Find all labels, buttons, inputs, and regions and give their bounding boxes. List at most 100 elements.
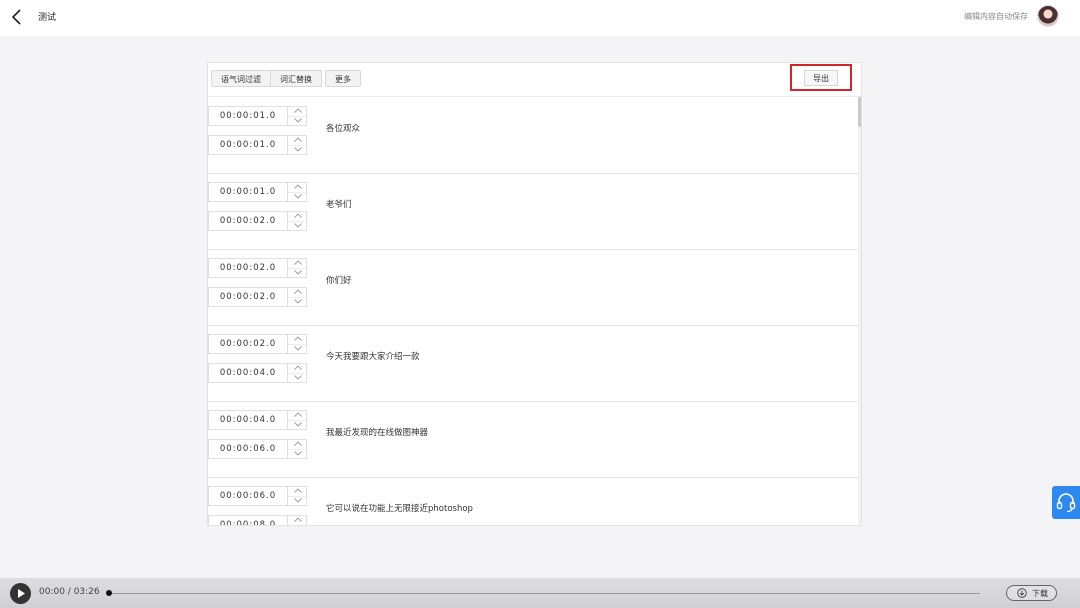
time-stepper <box>287 334 308 354</box>
chevron-down-icon <box>294 451 302 456</box>
top-bar: 测试 编辑内容自动保存 <box>0 0 1080 36</box>
end-time-field[interactable]: 00:00:01.0 <box>208 135 308 155</box>
chevron-up-icon <box>294 488 302 493</box>
filter-filler-words-button[interactable]: 语气词过滤 <box>211 70 271 87</box>
chevron-up-icon <box>294 517 302 522</box>
decrement-button[interactable] <box>288 496 308 506</box>
subtitle-text[interactable]: 各位观众 <box>326 122 360 134</box>
chevron-down-icon <box>294 422 302 427</box>
chevron-down-icon <box>294 346 302 351</box>
scroll-thumb[interactable] <box>858 97 861 127</box>
decrement-button[interactable] <box>288 145 308 155</box>
start-time-field[interactable]: 00:00:04.0 <box>208 410 308 430</box>
decrement-button[interactable] <box>288 192 308 202</box>
chevron-up-icon <box>294 184 302 189</box>
time-stepper <box>287 106 308 126</box>
replace-words-button[interactable]: 词汇替换 <box>270 70 322 87</box>
time-stepper <box>287 287 308 307</box>
editor-toolbar: 语气词过滤 词汇替换 更多 导出 <box>208 63 861 97</box>
decrement-button[interactable] <box>288 268 308 278</box>
decrement-button[interactable] <box>288 449 308 459</box>
scrollbar[interactable] <box>858 97 861 525</box>
end-time-field[interactable]: 00:00:06.0 <box>208 439 308 459</box>
subtitle-row: 00:00:01.0 00:00:02.0 老爷们 <box>208 173 858 250</box>
end-time-value: 00:00:02.0 <box>219 216 277 226</box>
end-time-field[interactable]: 00:00:02.0 <box>208 287 308 307</box>
end-time-field[interactable]: 00:00:08.0 <box>208 515 307 525</box>
decrement-button[interactable] <box>288 221 308 231</box>
download-icon <box>1017 588 1027 598</box>
decrement-button[interactable] <box>288 116 308 126</box>
download-label: 下载 <box>1032 589 1048 598</box>
chevron-down-icon <box>294 498 302 503</box>
more-button[interactable]: 更多 <box>325 70 361 87</box>
subtitle-row: 00:00:01.0 00:00:01.0 各位观众 <box>208 97 858 174</box>
start-time-field[interactable]: 00:00:06.0 <box>208 486 308 506</box>
decrement-button[interactable] <box>288 344 308 354</box>
customer-support-button[interactable] <box>1052 486 1080 519</box>
end-time-value: 00:00:02.0 <box>219 292 277 302</box>
media-player-bar: 00:00 / 03:26 下载 <box>0 578 1080 608</box>
subtitle-text[interactable]: 今天我要跟大家介绍一款 <box>326 350 420 362</box>
decrement-button[interactable] <box>288 420 308 430</box>
decrement-button[interactable] <box>288 373 308 383</box>
play-icon <box>18 589 25 598</box>
time-stepper <box>287 211 308 231</box>
start-time-field[interactable]: 00:00:01.0 <box>208 182 308 202</box>
subtitle-text[interactable]: 你们好 <box>326 274 352 286</box>
time-stepper <box>287 486 308 506</box>
subtitle-text[interactable]: 老爷们 <box>326 198 352 210</box>
start-time-field[interactable]: 00:00:02.0 <box>208 334 308 354</box>
export-button[interactable]: 导出 <box>804 70 838 86</box>
chevron-down-icon <box>294 375 302 380</box>
end-time-field[interactable]: 00:00:02.0 <box>208 211 308 231</box>
chevron-up-icon <box>294 213 302 218</box>
time-stepper <box>287 135 308 155</box>
download-button[interactable]: 下载 <box>1006 585 1057 601</box>
chevron-down-icon <box>294 118 302 123</box>
decrement-button[interactable] <box>288 297 308 307</box>
chevron-up-icon <box>294 365 302 370</box>
progress-track[interactable] <box>106 590 980 596</box>
chevron-up-icon <box>294 412 302 417</box>
time-stepper <box>287 515 308 525</box>
start-time-value: 00:00:01.0 <box>219 111 277 121</box>
start-time-value: 00:00:06.0 <box>219 491 277 501</box>
start-time-value: 00:00:01.0 <box>219 187 277 197</box>
chevron-down-icon <box>294 299 302 304</box>
progress-knob[interactable] <box>106 590 112 596</box>
start-time-field[interactable]: 00:00:01.0 <box>208 106 308 126</box>
increment-button[interactable] <box>288 515 308 525</box>
start-time-value: 00:00:02.0 <box>219 339 277 349</box>
subtitle-row: 00:00:02.0 00:00:04.0 今天我要跟大家介绍一款 <box>208 325 858 402</box>
end-time-field[interactable]: 00:00:04.0 <box>208 363 308 383</box>
export-highlight: 导出 <box>790 64 852 91</box>
time-stepper <box>287 182 308 202</box>
autosave-status: 编辑内容自动保存 <box>964 12 1028 21</box>
subtitle-text[interactable]: 我最近发现的在线做图神器 <box>326 426 428 438</box>
end-time-value: 00:00:06.0 <box>219 444 277 454</box>
subtitle-row: 00:00:02.0 00:00:02.0 你们好 <box>208 249 858 326</box>
avatar[interactable] <box>1037 5 1059 27</box>
page-title: 测试 <box>38 13 57 23</box>
back-arrow-icon[interactable] <box>10 8 24 26</box>
subtitle-text[interactable]: 它可以说在功能上无限接近photoshop <box>326 502 473 514</box>
chevron-down-icon <box>294 147 302 152</box>
subtitle-editor-panel: 语气词过滤 词汇替换 更多 导出 00:00:01.0 00:00:01.0 各… <box>207 62 862 526</box>
chevron-down-icon <box>294 270 302 275</box>
chevron-up-icon <box>294 137 302 142</box>
time-stepper <box>287 258 308 278</box>
start-time-value: 00:00:02.0 <box>219 263 277 273</box>
start-time-field[interactable]: 00:00:02.0 <box>208 258 308 278</box>
chevron-down-icon <box>294 223 302 228</box>
chevron-down-icon <box>294 194 302 199</box>
end-time-value: 00:00:04.0 <box>219 368 277 378</box>
time-stepper <box>287 363 308 383</box>
chevron-up-icon <box>294 108 302 113</box>
end-time-value: 00:00:01.0 <box>219 140 277 150</box>
start-time-value: 00:00:04.0 <box>219 415 277 425</box>
end-time-value: 00:00:08.0 <box>219 520 277 525</box>
play-button[interactable] <box>10 583 31 604</box>
chevron-up-icon <box>294 441 302 446</box>
subtitle-row: 00:00:06.0 00:00:08.0 它可以说在功能上无限接近photos… <box>208 477 858 525</box>
